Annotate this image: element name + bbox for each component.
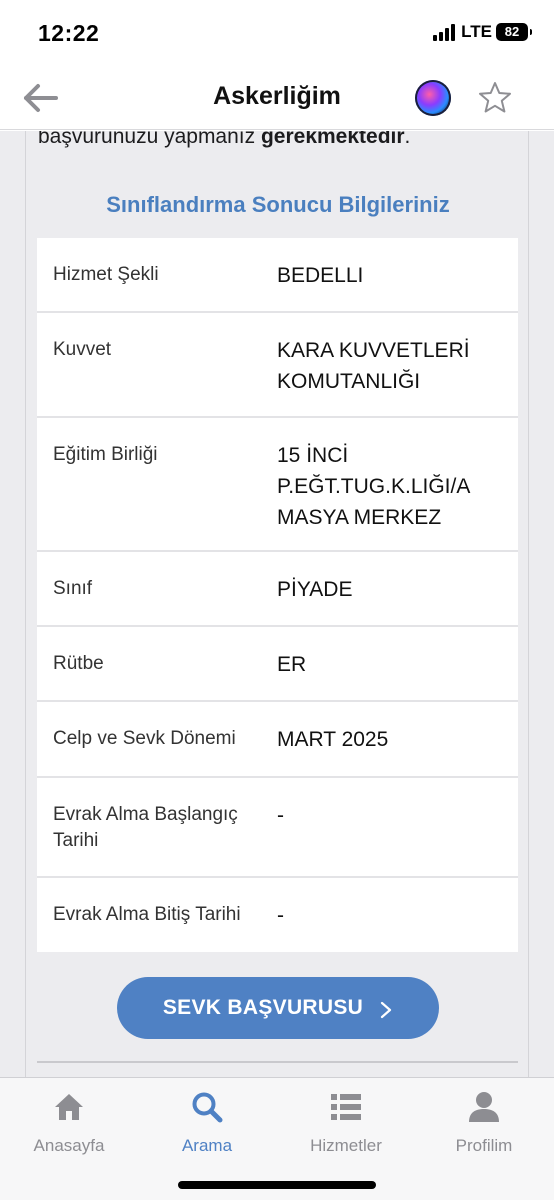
tab-anasayfa[interactable]: Anasayfa	[0, 1090, 138, 1156]
row-label: Sınıf	[53, 578, 93, 599]
info-card: başvurunuzu yapmanız gerekmektedir. Sını…	[25, 131, 529, 1077]
row-value: -	[277, 804, 284, 827]
row-value: MART 2025	[277, 728, 389, 751]
siri-icon[interactable]	[415, 80, 451, 116]
table-row: Hizmet Şekli BEDELLI	[37, 238, 518, 313]
section-title: Sınıflandırma Sonucu Bilgileriniz	[106, 192, 450, 217]
sevk-basvurusu-button[interactable]: SEVK BAŞVURUSU	[117, 977, 439, 1039]
battery-icon: 82	[496, 23, 532, 41]
row-label: Kuvvet	[53, 339, 112, 360]
sevk-button-label: SEVK BAŞVURUSU	[162, 996, 364, 1019]
home-icon	[52, 1090, 86, 1124]
row-value: ER	[277, 653, 307, 676]
row-label: Evrak Alma Bitiş Tarihi	[53, 904, 241, 925]
intro-bold: gerekmektedir	[260, 131, 405, 148]
row-label: Eğitim Birliği	[53, 444, 158, 465]
intro-prefix: başvurunuzu yapmanız	[38, 131, 261, 148]
tab-label: Profilim	[455, 1136, 513, 1155]
divider	[37, 1061, 518, 1063]
star-icon[interactable]	[477, 80, 513, 116]
row-value: PİYADE	[277, 578, 353, 601]
tab-bar: Anasayfa Arama Hizmetler Profilim	[0, 1077, 554, 1200]
status-bar: 12:22 LTE 82	[0, 0, 554, 70]
signal-icon	[431, 23, 456, 41]
row-label: Hizmet Şekli	[53, 264, 159, 285]
table-row: Celp ve Sevk Dönemi MART 2025	[37, 702, 518, 778]
tab-profilim[interactable]: Profilim	[415, 1090, 553, 1156]
search-icon	[190, 1090, 224, 1124]
tab-arama[interactable]: Arama	[138, 1090, 276, 1156]
nav-bar: Askerliğim	[0, 70, 554, 130]
row-value: 15 İNCİ P.EĞT.TUG.K.LIĞI/A MASYA MERKEZ	[277, 444, 470, 529]
intro-suffix: .	[404, 131, 411, 148]
intro-text: başvurunuzu yapmanız gerekmektedir.	[38, 131, 410, 149]
row-value: -	[277, 904, 284, 927]
table-row: Evrak Alma Bitiş Tarihi -	[37, 878, 518, 952]
row-value: KARA KUVVETLERİ KOMUTANLIĞI	[277, 339, 470, 393]
row-label: Rütbe	[53, 653, 104, 674]
list-icon	[329, 1090, 363, 1124]
row-label: Celp ve Sevk Dönemi	[53, 728, 236, 749]
classification-table: Hizmet Şekli BEDELLI Kuvvet KARA KUVVETL…	[37, 238, 518, 952]
chevron-right-icon	[379, 1001, 393, 1019]
table-row: Eğitim Birliği 15 İNCİ P.EĞT.TUG.K.LIĞI/…	[37, 418, 518, 552]
home-indicator	[178, 1181, 376, 1189]
table-row: Evrak Alma Başlangıç Tarihi -	[37, 778, 518, 878]
content-area[interactable]: başvurunuzu yapmanız gerekmektedir. Sını…	[0, 131, 554, 1077]
network-type: LTE	[461, 22, 492, 41]
row-value: BEDELLI	[277, 264, 364, 287]
table-row: Sınıf PİYADE	[37, 552, 518, 627]
tab-label: Anasayfa	[33, 1136, 105, 1155]
tab-label: Hizmetler	[310, 1136, 382, 1155]
tab-label: Arama	[181, 1136, 233, 1155]
person-icon	[467, 1090, 501, 1124]
status-indicators: LTE 82	[431, 22, 532, 42]
table-row: Rütbe ER	[37, 627, 518, 702]
status-time: 12:22	[38, 20, 100, 46]
page-title: Askerliğim	[213, 82, 341, 110]
tab-hizmetler[interactable]: Hizmetler	[277, 1090, 415, 1156]
table-row: Kuvvet KARA KUVVETLERİ KOMUTANLIĞI	[37, 313, 518, 418]
row-label: Evrak Alma Başlangıç Tarihi	[53, 804, 238, 851]
